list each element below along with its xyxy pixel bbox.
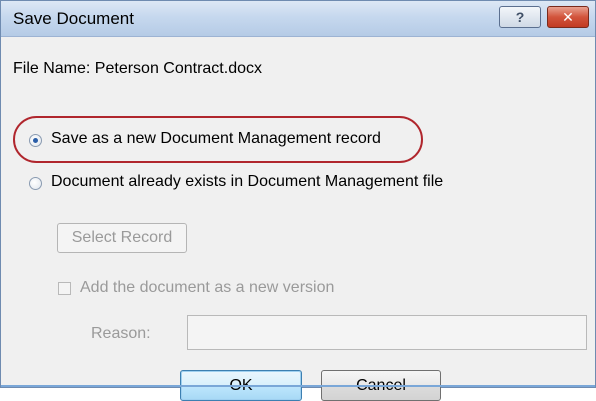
select-record-button[interactable]: Select Record bbox=[57, 223, 187, 253]
new-version-checkbox-label[interactable]: Add the document as a new version bbox=[80, 279, 334, 297]
save-document-dialog: Save Document ? ✕ File Name: Peterson Co… bbox=[0, 0, 596, 401]
help-button[interactable]: ? bbox=[499, 6, 541, 28]
title-bar[interactable]: Save Document ? ✕ bbox=[1, 1, 595, 37]
radio-existing-record[interactable] bbox=[29, 177, 42, 190]
radio-new-record[interactable] bbox=[29, 134, 42, 147]
radio-new-record-label[interactable]: Save as a new Document Management record bbox=[51, 130, 381, 148]
close-icon: ✕ bbox=[562, 8, 574, 25]
new-version-checkbox[interactable] bbox=[58, 282, 71, 295]
help-icon: ? bbox=[515, 9, 525, 25]
reason-label: Reason: bbox=[91, 325, 151, 342]
dialog-title: Save Document bbox=[13, 9, 134, 28]
file-name-label: File Name: Peterson Contract.docx bbox=[13, 60, 262, 77]
radio-existing-record-label[interactable]: Document already exists in Document Mana… bbox=[51, 173, 443, 191]
select-record-button-label: Select Record bbox=[71, 229, 173, 246]
close-button[interactable]: ✕ bbox=[547, 6, 589, 28]
radio-selected-dot bbox=[33, 138, 38, 143]
reason-input[interactable] bbox=[187, 315, 587, 350]
window-bottom-border bbox=[1, 385, 595, 387]
dialog-body: File Name: Peterson Contract.docx Save a… bbox=[1, 37, 595, 401]
